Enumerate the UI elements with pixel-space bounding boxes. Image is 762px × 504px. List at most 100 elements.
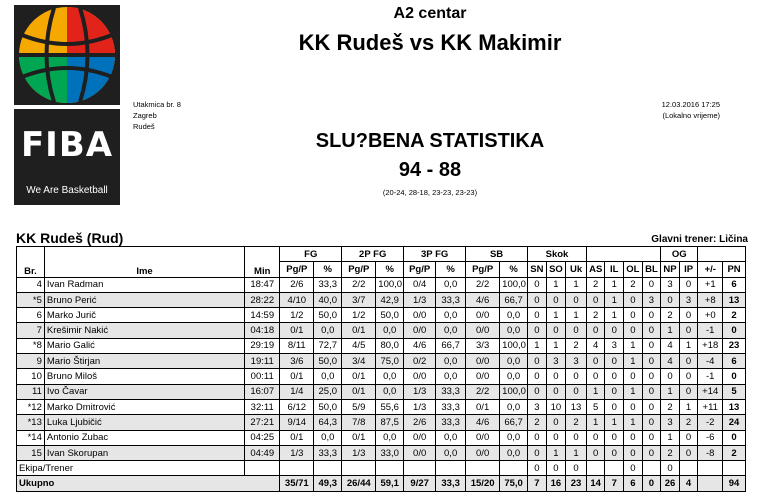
player-sn: 0 — [527, 368, 547, 385]
player-pn: 5 — [722, 383, 746, 400]
player-sb: 4/6 — [465, 414, 501, 431]
player-uk: 1 — [565, 444, 587, 462]
player-ip: 1 — [678, 398, 699, 416]
player-3p: 1/3 — [403, 383, 437, 400]
player-2p: 2/2 — [341, 276, 377, 293]
player-bl: 0 — [641, 368, 662, 385]
col-sb-pct: % — [499, 261, 529, 278]
player-pn: 23 — [722, 337, 746, 355]
player-name: Ivo Čavar — [43, 383, 246, 400]
player-fg-pct: 50,0 — [313, 398, 343, 416]
player-np: 1 — [660, 429, 680, 446]
total-2p-pct: 59,1 — [375, 475, 405, 492]
player-name: Luka Ljubičić — [43, 414, 246, 431]
player-fg: 3/6 — [279, 353, 315, 370]
player-ol: 2 — [623, 276, 643, 293]
player-ip: 2 — [678, 414, 699, 431]
player-uk: 3 — [565, 353, 587, 370]
player-3p: 0/0 — [403, 322, 437, 339]
player-fg-pct: 25,0 — [313, 383, 343, 400]
col-fg-pct: % — [313, 261, 343, 278]
player-pm: -1 — [697, 322, 724, 339]
final-score: 94 - 88 — [398, 159, 462, 181]
player-bl: 0 — [641, 307, 662, 324]
player-2p-pct: 55,6 — [375, 398, 405, 416]
player-as: 0 — [585, 322, 606, 339]
player-number: 4 — [16, 276, 45, 293]
player-np: 2 — [660, 398, 680, 416]
player-as: 1 — [585, 414, 606, 431]
player-sb-pct: 0,0 — [499, 353, 529, 370]
player-sb: 0/0 — [465, 353, 501, 370]
player-bl: 0 — [641, 429, 662, 446]
total-3p-pct: 33,3 — [435, 475, 467, 492]
total-pn: 94 — [722, 475, 746, 492]
player-2p: 0/1 — [341, 322, 377, 339]
player-sb-pct: 66,7 — [499, 414, 529, 431]
player-2p: 3/4 — [341, 353, 377, 370]
player-sb: 3/3 — [465, 337, 501, 355]
player-fg-pct: 33,3 — [313, 276, 343, 293]
player-np: 4 — [660, 353, 680, 370]
group-og: OG — [660, 245, 699, 263]
competition-name: A2 centar — [393, 5, 467, 22]
player-ip: 0 — [678, 276, 699, 293]
player-sb: 0/1 — [465, 398, 501, 416]
col-pn: PN — [722, 261, 746, 278]
player-ol: 1 — [623, 353, 643, 370]
player-ip: 3 — [678, 291, 699, 309]
player-sn: 0 — [527, 353, 547, 370]
player-3p-pct: 0,0 — [435, 368, 467, 385]
player-name: Ivan Radman — [43, 276, 246, 293]
player-ip: 0 — [678, 429, 699, 446]
player-fg-pct: 64,3 — [313, 414, 343, 431]
player-fg-pct: 33,3 — [313, 444, 343, 462]
player-row: 10 Bruno Miloš 00:11 0/1 0,0 0/1 0,0 0/0… — [16, 368, 746, 385]
player-2p-pct: 42,9 — [375, 291, 405, 309]
col-as: AS — [585, 261, 606, 278]
player-pn: 2 — [722, 444, 746, 462]
player-number: 6 — [16, 307, 45, 324]
player-pn: 0 — [722, 322, 746, 339]
player-sb: 0/0 — [465, 444, 501, 462]
player-np: 4 — [660, 337, 680, 355]
player-ip: 0 — [678, 368, 699, 385]
player-2p-pct: 33,0 — [375, 444, 405, 462]
player-pn: 2 — [722, 307, 746, 324]
group-sb: SB — [465, 245, 529, 263]
player-sb-pct: 0,0 — [499, 368, 529, 385]
player-fg: 6/12 — [279, 398, 315, 416]
player-sn: 0 — [527, 322, 547, 339]
group-3p: 3P FG — [403, 245, 467, 263]
player-sb-pct: 0,0 — [499, 444, 529, 462]
player-2p-pct: 0,0 — [375, 322, 405, 339]
player-row: *5 Bruno Perić 28:22 4/10 40,0 3/7 42,9 … — [16, 291, 746, 309]
total-ip: 4 — [678, 475, 699, 492]
player-2p-pct: 100,0 — [375, 276, 405, 293]
player-sn: 0 — [527, 429, 547, 446]
player-bl: 3 — [641, 291, 662, 309]
team-np: 0 — [660, 460, 680, 477]
quarter-scores: (20-24, 28-18, 23-23, 23-23) — [382, 188, 478, 197]
player-3p-pct: 0,0 — [435, 353, 467, 370]
player-pm: -2 — [697, 414, 724, 431]
player-pm: -8 — [697, 444, 724, 462]
player-fg-pct: 40,0 — [313, 291, 343, 309]
player-fg-pct: 72,7 — [313, 337, 343, 355]
player-so: 0 — [545, 291, 567, 309]
player-ol: 0 — [623, 322, 643, 339]
col-sn: SN — [527, 261, 547, 278]
player-as: 1 — [585, 383, 606, 400]
total-3p: 9/27 — [403, 475, 437, 492]
col-il: IL — [604, 261, 625, 278]
player-3p: 0/0 — [403, 307, 437, 324]
group-fg: FG — [279, 245, 343, 263]
player-pm: -1 — [697, 368, 724, 385]
player-uk: 0 — [565, 322, 587, 339]
player-2p-pct: 0,0 — [375, 368, 405, 385]
player-3p: 0/2 — [403, 353, 437, 370]
team-coach-row: Ekipa/Trener 0 0 0 0 0 — [15, 460, 746, 477]
game-datetime: 12.03.2016 17:25 — [661, 100, 720, 109]
head-coach: Glavni trener: Ličina — [651, 234, 748, 245]
player-il: 0 — [604, 353, 625, 370]
